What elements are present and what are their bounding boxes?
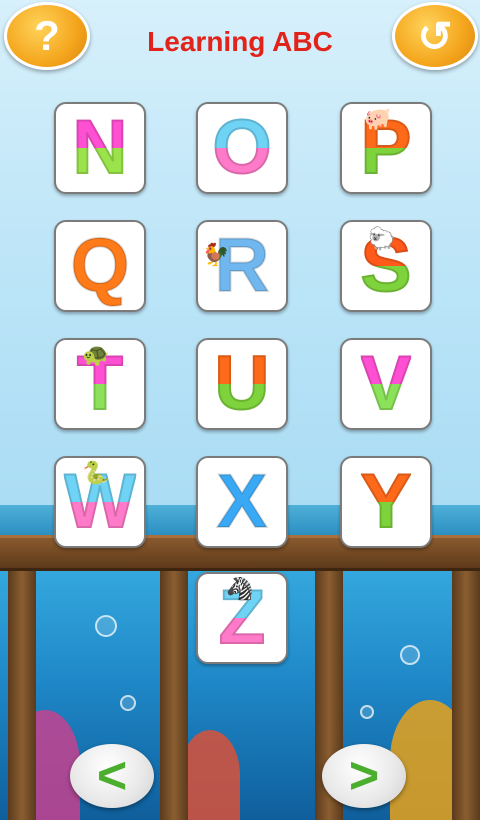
- bubble: [400, 645, 420, 665]
- coral-mid: [180, 730, 240, 820]
- letter-tile-y[interactable]: Y: [340, 456, 432, 548]
- pig-icon: 🐖: [364, 106, 392, 131]
- chevron-left-icon: <: [96, 747, 128, 805]
- letter-glyph: U: [214, 341, 271, 426]
- bubble: [360, 705, 374, 719]
- pier-post: [160, 565, 188, 820]
- letter-glyph: Y: [360, 459, 413, 544]
- letter-tile-r[interactable]: R 🐓: [196, 220, 288, 312]
- next-button[interactable]: >: [322, 744, 406, 808]
- letter-tile-o[interactable]: O: [196, 102, 288, 194]
- letter-glyph: N: [72, 105, 129, 190]
- letter-tile-z[interactable]: Z 🦓: [196, 572, 288, 664]
- bubble: [95, 615, 117, 637]
- zebra-icon: 🦓: [226, 576, 254, 601]
- letter-tile-n[interactable]: N: [54, 102, 146, 194]
- letter-tile-q[interactable]: Q: [54, 220, 146, 312]
- snake-icon: 🐍: [82, 460, 110, 485]
- letter-tile-x[interactable]: X: [196, 456, 288, 548]
- letter-tile-v[interactable]: V: [340, 338, 432, 430]
- bubble: [120, 695, 136, 711]
- refresh-button[interactable]: ↺: [392, 2, 478, 70]
- refresh-icon: ↺: [417, 12, 453, 60]
- letter-glyph: X: [216, 459, 269, 544]
- letter-glyph: Q: [69, 223, 130, 308]
- letter-tile-t[interactable]: T 🐢: [54, 338, 146, 430]
- letter-tile-u[interactable]: U: [196, 338, 288, 430]
- previous-button[interactable]: <: [70, 744, 154, 808]
- letter-glyph: V: [360, 341, 413, 426]
- turtle-icon: 🐢: [82, 342, 110, 367]
- pier-post: [452, 565, 480, 820]
- sheep-icon: 🐑: [368, 226, 396, 251]
- pier-post: [8, 565, 36, 820]
- letter-glyph: O: [211, 105, 272, 190]
- rooster-icon: 🐓: [202, 242, 230, 267]
- chevron-right-icon: >: [348, 747, 380, 805]
- letter-tile-w[interactable]: W 🐍: [54, 456, 146, 548]
- letter-tile-p[interactable]: P 🐖: [340, 102, 432, 194]
- letter-tile-s[interactable]: S 🐑: [340, 220, 432, 312]
